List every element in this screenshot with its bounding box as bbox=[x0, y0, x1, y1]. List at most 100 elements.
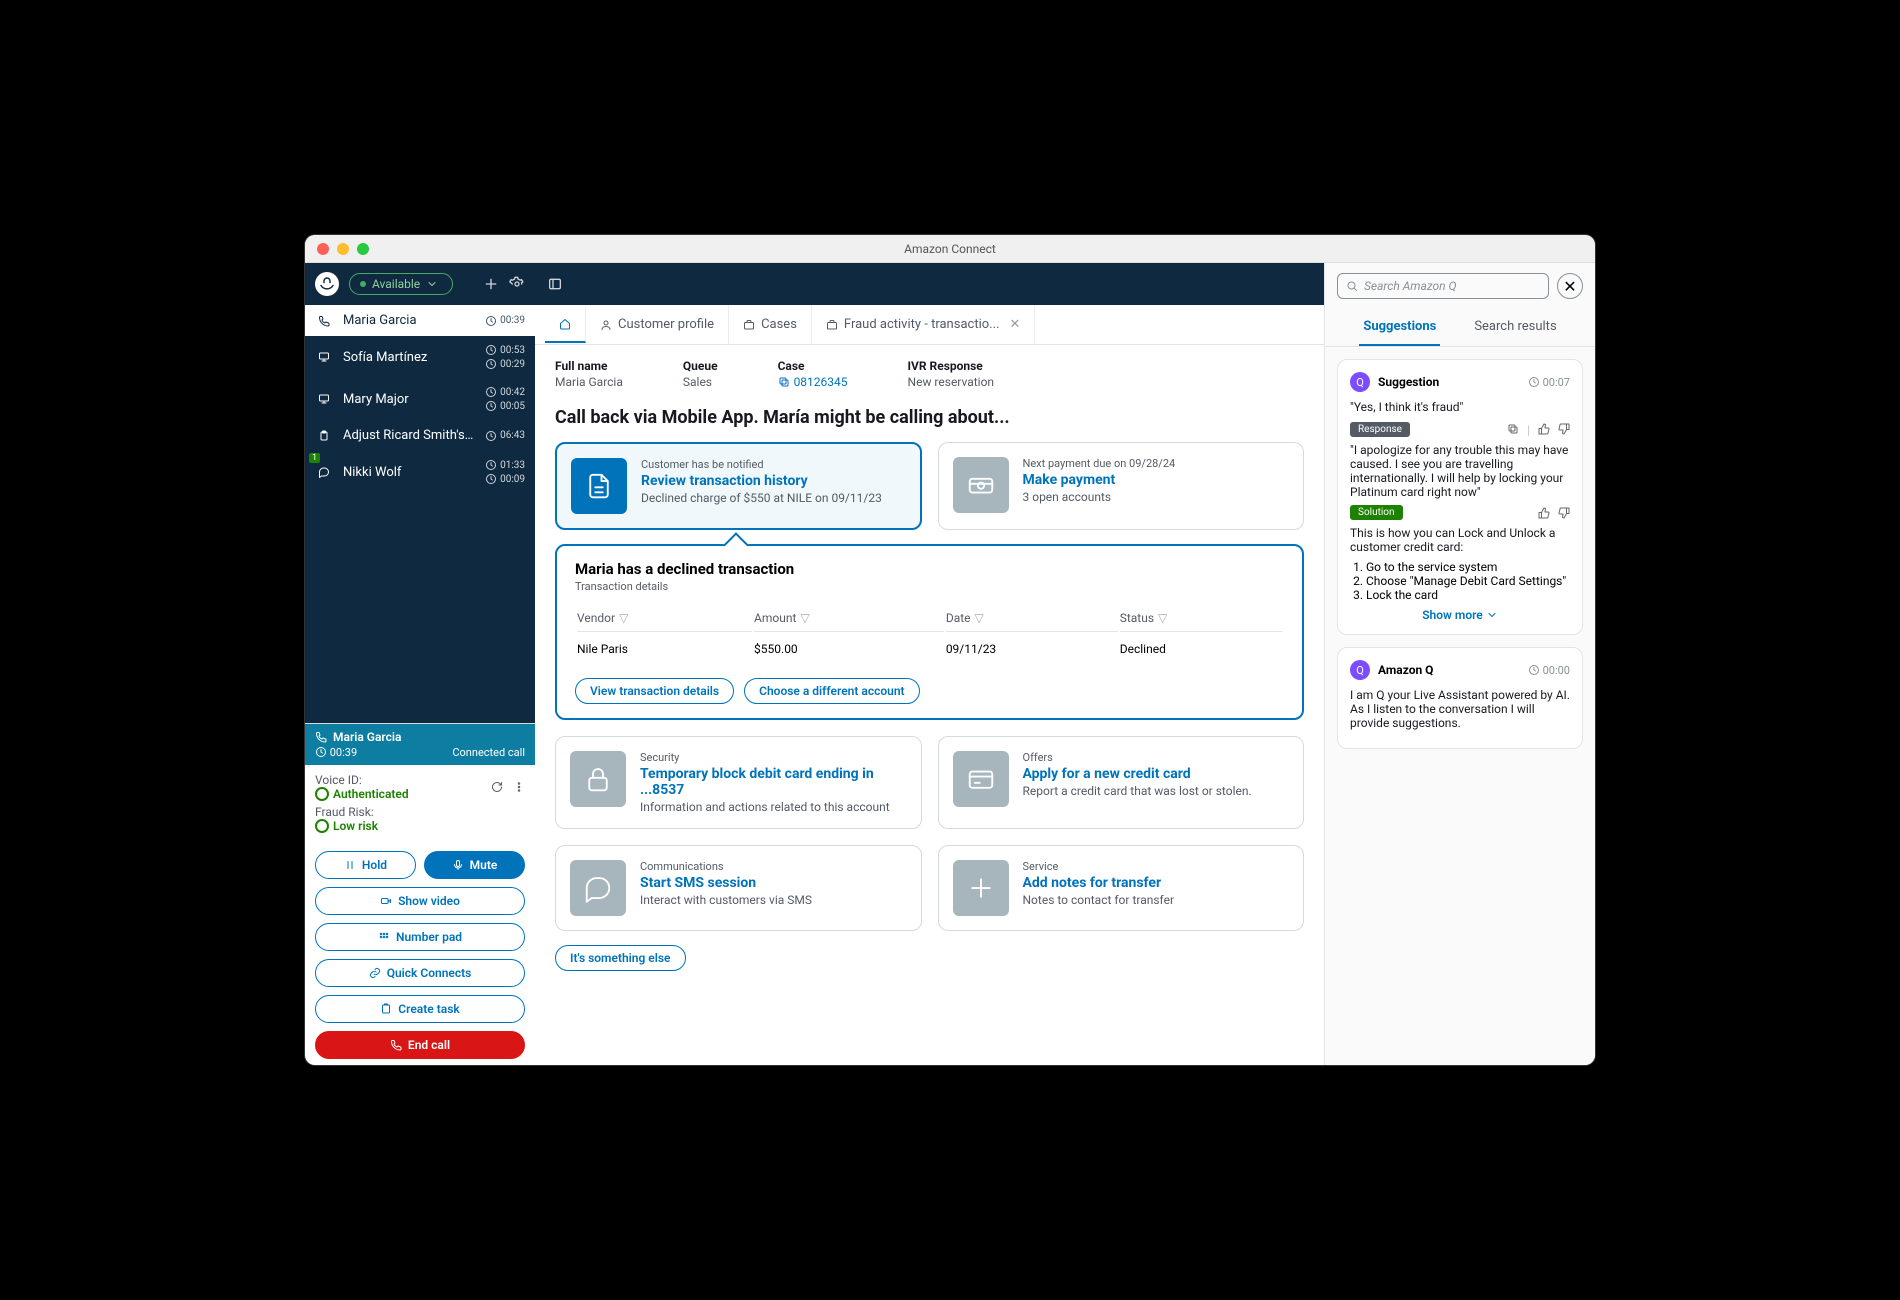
gear-icon[interactable] bbox=[509, 276, 525, 292]
solution-steps: Go to the service systemChoose "Manage D… bbox=[1350, 560, 1570, 602]
plus-icon[interactable] bbox=[483, 276, 499, 292]
sidebar: Available Maria Garcia00:39Sofía Martíne… bbox=[305, 263, 535, 1065]
response-chip: Response bbox=[1350, 422, 1410, 437]
meta-ivr-value: New reservation bbox=[908, 375, 995, 389]
contact-item[interactable]: Adjust Ricard Smith's p...06:43 bbox=[305, 420, 535, 451]
solution-step: Go to the service system bbox=[1366, 560, 1570, 574]
amazon-q-label: Amazon Q bbox=[1378, 663, 1520, 677]
tab-search-results[interactable]: Search results bbox=[1470, 309, 1560, 346]
kebab-icon[interactable] bbox=[513, 781, 525, 793]
tab-customer-profile[interactable]: Customer profile bbox=[586, 305, 729, 344]
thumbs-down-icon[interactable] bbox=[1558, 507, 1570, 519]
action-card[interactable]: Next payment due on 09/28/24 Make paymen… bbox=[938, 442, 1305, 530]
solution-chip: Solution bbox=[1350, 505, 1403, 520]
contact-name: Nikki Wolf bbox=[343, 465, 475, 480]
transaction-table: Vendor▽ Amount▽ Date▽ Status▽ Nile Paris… bbox=[575, 603, 1284, 666]
amazon-q-search[interactable]: Search Amazon Q bbox=[1337, 273, 1549, 299]
action-card[interactable]: Security Temporary block debit card endi… bbox=[555, 736, 922, 829]
contact-item[interactable]: Sofía Martínez00:5300:29 bbox=[305, 336, 535, 378]
briefcase-icon bbox=[743, 319, 755, 331]
action-card[interactable]: Communications Start SMS session Interac… bbox=[555, 845, 922, 931]
phone-icon bbox=[318, 315, 330, 327]
agent-status-dropdown[interactable]: Available bbox=[349, 273, 453, 295]
toggle-sidebar-icon[interactable] bbox=[547, 276, 563, 292]
doc-icon bbox=[571, 458, 627, 514]
fraud-risk-label: Fraud Risk: bbox=[315, 805, 374, 819]
card-section: Offers bbox=[1023, 751, 1252, 764]
action-card[interactable]: Service Add notes for transfer Notes to … bbox=[938, 845, 1305, 931]
card-title: Add notes for transfer bbox=[1023, 875, 1175, 891]
main-tabs: Customer profile Cases Fraud activity - … bbox=[535, 305, 1324, 345]
thumbs-up-icon[interactable] bbox=[1538, 507, 1550, 519]
card-section: Security bbox=[640, 751, 907, 764]
choose-different-account-button[interactable]: Choose a different account bbox=[744, 678, 919, 704]
amazon-q-text: I am Q your Live Assistant powered by AI… bbox=[1350, 688, 1570, 730]
copy-icon[interactable] bbox=[1507, 423, 1519, 435]
solution-step: Lock the card bbox=[1366, 588, 1570, 602]
tab-cases[interactable]: Cases bbox=[729, 305, 812, 344]
meta-ivr-label: IVR Response bbox=[908, 359, 995, 373]
contact-item[interactable]: Mary Major00:4200:05 bbox=[305, 378, 535, 420]
end-call-button[interactable]: End call bbox=[315, 1031, 525, 1059]
suggestion-card: Q Suggestion 00:07 "Yes, I think it's fr… bbox=[1337, 359, 1583, 635]
contact-name: Adjust Ricard Smith's p... bbox=[343, 428, 475, 443]
quick-connects-button[interactable]: Quick Connects bbox=[315, 959, 525, 987]
detail-title: Maria has a declined transaction bbox=[575, 560, 1284, 578]
action-card[interactable]: Customer has be notified Review transact… bbox=[555, 442, 922, 530]
mute-button[interactable]: Mute bbox=[424, 851, 525, 879]
tab-home[interactable] bbox=[545, 307, 586, 343]
card-title: Start SMS session bbox=[640, 875, 812, 891]
action-card[interactable]: Offers Apply for a new credit card Repor… bbox=[938, 736, 1305, 829]
link-icon bbox=[369, 967, 381, 979]
hold-button[interactable]: Hold bbox=[315, 851, 416, 879]
create-task-button[interactable]: Create task bbox=[315, 995, 525, 1023]
close-tab-icon[interactable]: ✕ bbox=[1009, 317, 1020, 332]
card-desc: Report a credit card that was lost or st… bbox=[1023, 784, 1252, 798]
minimize-window[interactable] bbox=[337, 243, 349, 255]
something-else-button[interactable]: It's something else bbox=[555, 945, 686, 971]
col-vendor[interactable]: Vendor▽ bbox=[577, 605, 752, 632]
card-desc: Notes to contact for transfer bbox=[1023, 893, 1175, 907]
main-pane: Customer profile Cases Fraud activity - … bbox=[535, 263, 1325, 1065]
tab-suggestions[interactable]: Suggestions bbox=[1359, 309, 1440, 346]
meta-case-value[interactable]: 08126345 bbox=[778, 375, 848, 389]
monitor-icon bbox=[318, 393, 330, 405]
solution-step: Choose "Manage Debit Card Settings" bbox=[1366, 574, 1570, 588]
chat-icon bbox=[570, 860, 626, 916]
tab-fraud-activity[interactable]: Fraud activity - transactio...✕ bbox=[812, 305, 1035, 344]
card-desc: Declined charge of $550 at NILE on 09/11… bbox=[641, 491, 882, 505]
cell-date: 09/11/23 bbox=[946, 634, 1118, 664]
call-name: Maria Garcia bbox=[333, 730, 401, 744]
refresh-icon[interactable] bbox=[491, 781, 503, 793]
contact-item[interactable]: Maria Garcia00:39 bbox=[305, 305, 535, 336]
contact-name: Mary Major bbox=[343, 392, 475, 407]
copy-icon bbox=[778, 376, 790, 388]
view-transaction-details-button[interactable]: View transaction details bbox=[575, 678, 734, 704]
money-icon bbox=[953, 457, 1009, 513]
contact-item[interactable]: 1Nikki Wolf01:3300:09 bbox=[305, 451, 535, 493]
maximize-window[interactable] bbox=[357, 243, 369, 255]
show-more-button[interactable]: Show more bbox=[1350, 608, 1570, 622]
cell-status: Declined bbox=[1120, 634, 1282, 664]
thumbs-down-icon[interactable] bbox=[1558, 423, 1570, 435]
thumbs-up-icon[interactable] bbox=[1538, 423, 1550, 435]
video-icon bbox=[380, 895, 392, 907]
solution-text: This is how you can Lock and Unlock a cu… bbox=[1350, 526, 1570, 554]
card-section: Service bbox=[1023, 860, 1175, 873]
meta-case-label: Case bbox=[778, 359, 848, 373]
show-video-button[interactable]: Show video bbox=[315, 887, 525, 915]
close-panel-button[interactable]: ✕ bbox=[1557, 273, 1583, 299]
col-status[interactable]: Status▽ bbox=[1120, 605, 1282, 632]
number-pad-button[interactable]: Number pad bbox=[315, 923, 525, 951]
chat-icon bbox=[318, 466, 330, 478]
clock-icon bbox=[1528, 376, 1540, 388]
close-window[interactable] bbox=[317, 243, 329, 255]
col-date[interactable]: Date▽ bbox=[946, 605, 1118, 632]
contact-name: Sofía Martínez bbox=[343, 350, 475, 365]
voice-id-label: Voice ID: bbox=[315, 773, 362, 787]
chevron-down-icon bbox=[426, 278, 438, 290]
col-amount[interactable]: Amount▽ bbox=[754, 605, 944, 632]
card-section: Customer has be notified bbox=[641, 458, 882, 471]
hangup-icon bbox=[390, 1039, 402, 1051]
card-desc: Information and actions related to this … bbox=[640, 800, 907, 814]
